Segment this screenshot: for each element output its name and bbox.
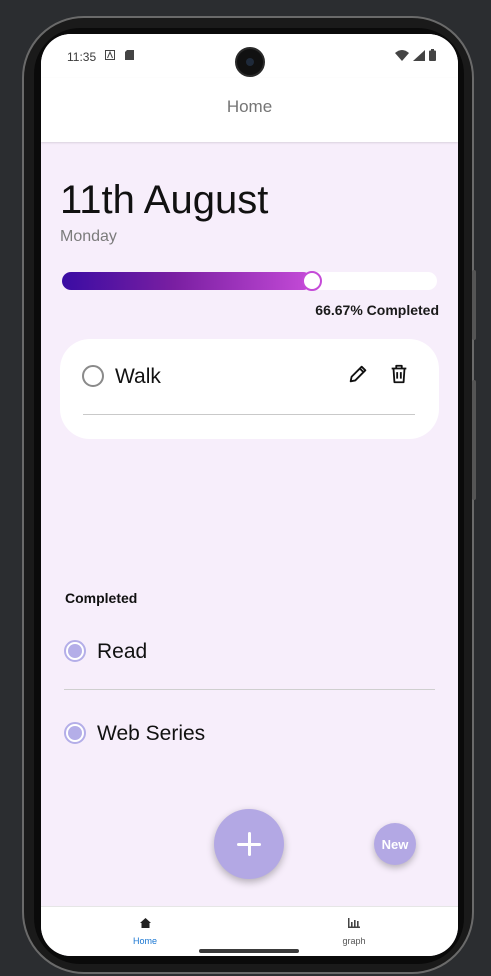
completed-section-title: Completed bbox=[65, 590, 138, 606]
front-camera bbox=[235, 47, 265, 77]
progress-thumb bbox=[302, 271, 322, 291]
status-bar: 11:35 bbox=[41, 34, 458, 78]
completed-label: Read bbox=[97, 640, 148, 663]
task-label: Walk bbox=[115, 365, 161, 388]
task-checkbox[interactable] bbox=[82, 365, 104, 387]
bar-chart-icon bbox=[348, 915, 360, 932]
nav-item-home[interactable]: Home bbox=[115, 915, 175, 946]
pencil-icon bbox=[347, 365, 369, 389]
power-button bbox=[472, 270, 476, 340]
app-screen: 11:35 Home 11th August Monday 66.67% Com… bbox=[41, 34, 458, 956]
bottom-navigation: Home graph bbox=[41, 906, 458, 956]
progress-bar bbox=[62, 271, 437, 291]
nav-label-home: Home bbox=[132, 936, 157, 946]
completed-divider bbox=[64, 689, 435, 690]
new-fab[interactable]: New bbox=[374, 823, 416, 865]
nav-label-graph: graph bbox=[342, 936, 366, 946]
trash-icon bbox=[388, 364, 410, 389]
delete-task-button[interactable] bbox=[388, 363, 414, 389]
status-time: 11:35 bbox=[67, 50, 97, 64]
wifi-icon bbox=[395, 49, 409, 64]
progress-fill bbox=[62, 272, 312, 290]
home-icon bbox=[139, 915, 151, 932]
completed-checkbox[interactable] bbox=[64, 722, 86, 744]
completed-label: Web Series bbox=[97, 722, 206, 745]
weekday-label: Monday bbox=[60, 228, 117, 245]
battery-icon bbox=[429, 49, 436, 64]
completed-checkbox[interactable] bbox=[64, 640, 86, 662]
volume-button bbox=[472, 380, 476, 500]
top-app-bar: Home bbox=[41, 78, 458, 142]
task-card: Walk bbox=[60, 339, 439, 439]
date-heading: 11th August bbox=[60, 178, 269, 222]
gesture-bar bbox=[199, 949, 299, 953]
nav-item-graph[interactable]: graph bbox=[324, 915, 384, 946]
card-divider bbox=[83, 414, 415, 415]
system-icons bbox=[395, 49, 436, 64]
page-title: Home bbox=[226, 97, 273, 116]
add-task-fab[interactable] bbox=[214, 809, 284, 879]
progress-label: 66.67% Completed bbox=[315, 302, 439, 318]
sd-card-icon bbox=[125, 50, 134, 63]
signal-icon bbox=[413, 49, 425, 64]
notification-a-icon bbox=[105, 50, 115, 63]
edit-task-button[interactable] bbox=[347, 363, 373, 389]
